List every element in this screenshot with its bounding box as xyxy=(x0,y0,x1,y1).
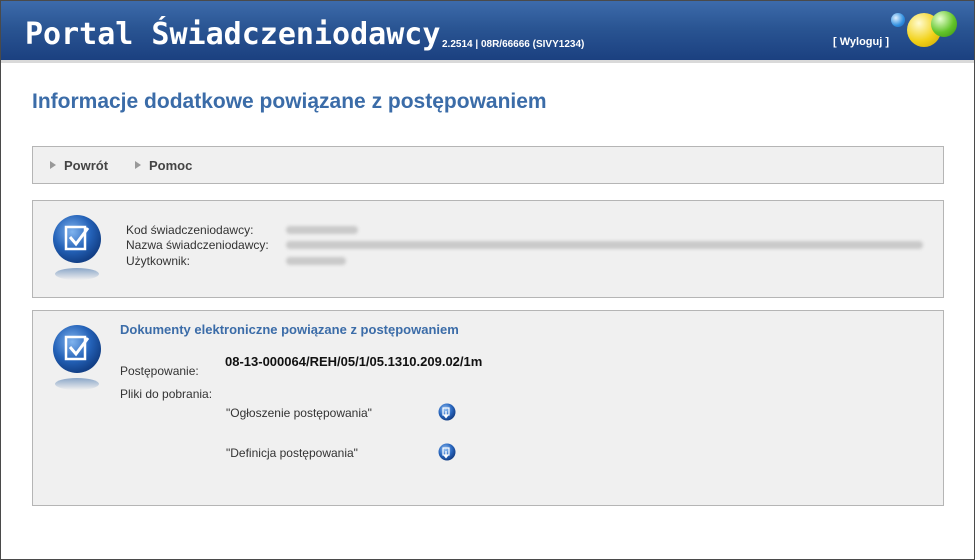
version-info: 2.2514 | 08R/66666 (SIVY1234) xyxy=(442,39,585,50)
documents-panel: Dokumenty elektroniczne powiązane z post… xyxy=(32,310,944,506)
file-name-definition: "Definicja postępowania" xyxy=(226,446,358,460)
download-icon[interactable] xyxy=(438,443,456,461)
provider-name-label: Nazwa świadczeniodawcy: xyxy=(126,238,269,252)
procedure-label: Postępowanie: xyxy=(120,364,199,378)
download-icon[interactable] xyxy=(438,403,456,421)
portal-title: Portal Świadczeniodawcy xyxy=(25,17,441,52)
header-bar: Portal Świadczeniodawcy 2.2514 | 08R/666… xyxy=(1,1,974,63)
user-redacted xyxy=(286,257,346,265)
help-link[interactable]: Pomoc xyxy=(135,158,192,173)
logout-link[interactable]: [ Wyloguj ] xyxy=(833,36,889,48)
page-title: Informacje dodatkowe powiązane z postępo… xyxy=(32,90,547,113)
arrow-right-icon xyxy=(135,161,141,169)
back-link-label: Powrót xyxy=(64,158,109,173)
files-label: Pliki do pobrania: xyxy=(120,387,213,401)
provider-name-redacted xyxy=(286,241,923,249)
procedure-value: 08-13-000064/REH/05/1/05.1310.209.02/1m xyxy=(225,354,483,369)
user-label: Użytkownik: xyxy=(126,254,191,268)
file-name-announcement: "Ogłoszenie postępowania" xyxy=(226,406,372,420)
provider-code-redacted xyxy=(286,226,358,234)
logo-balls-icon xyxy=(887,9,967,51)
documents-section-title: Dokumenty elektroniczne powiązane z post… xyxy=(120,322,459,337)
provider-info-panel: Kod świadczeniodawcy: Nazwa świadczeniod… xyxy=(32,200,944,298)
help-link-label: Pomoc xyxy=(149,158,193,173)
blue-ball-icon xyxy=(891,13,905,27)
provider-code-label: Kod świadczeniodawcy: xyxy=(126,223,254,237)
green-ball-icon xyxy=(931,11,957,37)
arrow-right-icon xyxy=(50,161,56,169)
back-link[interactable]: Powrót xyxy=(50,158,108,173)
portal-window: Portal Świadczeniodawcy 2.2514 | 08R/666… xyxy=(0,0,975,560)
document-check-icon xyxy=(53,325,101,390)
action-bar: Powrót Pomoc xyxy=(32,146,944,184)
document-check-icon xyxy=(53,215,101,280)
